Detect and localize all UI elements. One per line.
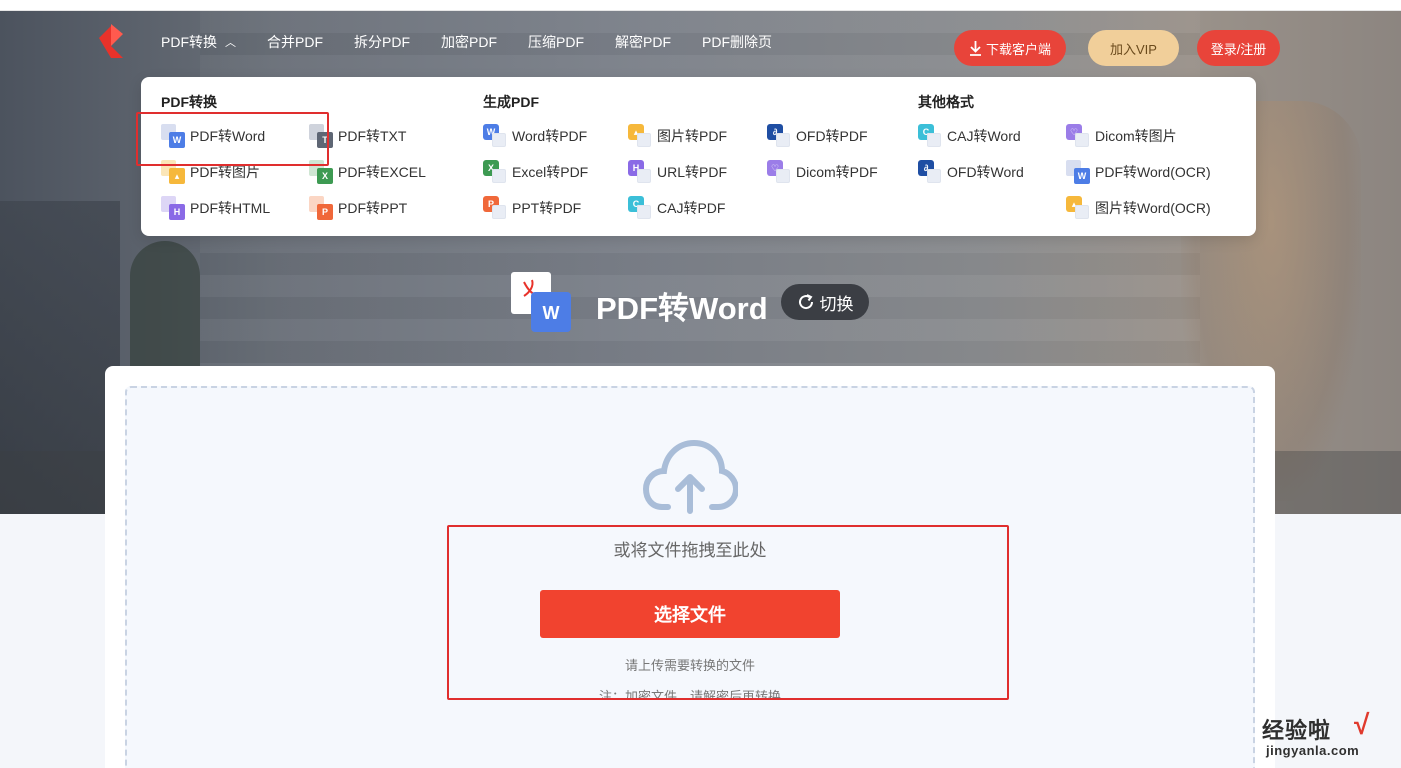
menu-ofd-to-word-label: OFD转Word: [947, 164, 1024, 180]
menu-caj-to-pdf-label: CAJ转PDF: [657, 200, 726, 216]
menu-pdf-to-ppt[interactable]: P PDF转PPT: [309, 196, 407, 220]
menu-ofd-to-pdf-label: OFD转PDF: [796, 128, 868, 144]
word-file-icon: W: [1066, 160, 1090, 184]
nav-pdf-convert[interactable]: PDF转换 ︿: [161, 30, 236, 54]
menu-excel-to-pdf[interactable]: X Excel转PDF: [483, 160, 588, 184]
switch-button[interactable]: 切换: [781, 284, 869, 320]
menu-ppt-to-pdf[interactable]: P PPT转PDF: [483, 196, 581, 220]
menu-dicom-to-image[interactable]: ♡ Dicom转图片: [1066, 124, 1177, 148]
dicom-file-icon: ♡: [1066, 124, 1090, 148]
check-icon: √: [1354, 709, 1370, 740]
menu-dicom-to-pdf-label: Dicom转PDF: [796, 164, 878, 180]
html-file-icon: H: [628, 160, 652, 184]
menu-image-to-word-ocr-label: 图片转Word(OCR): [1095, 200, 1211, 216]
refresh-icon: [798, 294, 813, 310]
download-client-button[interactable]: 下载客户端: [954, 30, 1066, 66]
site-logo-icon[interactable]: [97, 24, 125, 58]
menu-pdf-to-word-ocr[interactable]: W PDF转Word(OCR): [1066, 160, 1211, 184]
login-register-button[interactable]: 登录/注册: [1197, 30, 1280, 66]
menu-image-to-word-ocr[interactable]: ▴ 图片转Word(OCR): [1066, 196, 1211, 220]
menu-image-to-pdf-label: 图片转PDF: [657, 128, 727, 144]
caj-file-icon: C: [628, 196, 652, 220]
watermark-brand: 经验啦: [1262, 718, 1332, 743]
ofd-file-icon: ∂: [918, 160, 942, 184]
menu-url-to-pdf[interactable]: H URL转PDF: [628, 160, 727, 184]
menu-dicom-to-pdf[interactable]: ♡ Dicom转PDF: [767, 160, 878, 184]
menu-ofd-to-word[interactable]: ∂ OFD转Word: [918, 160, 1024, 184]
chevron-up-icon: ︿: [225, 37, 236, 49]
dicom-file-icon: ♡: [767, 160, 791, 184]
svg-text:W: W: [543, 303, 560, 323]
dropdown-heading-to-pdf: 生成PDF: [483, 94, 539, 110]
excel-file-icon: X: [483, 160, 507, 184]
nav-merge-pdf[interactable]: 合并PDF: [267, 30, 323, 54]
menu-dicom-to-image-label: Dicom转图片: [1095, 128, 1177, 144]
highlight-box-upload: [447, 525, 1009, 700]
watermark: 经验啦 √ jingyanla.com: [1262, 709, 1392, 765]
download-icon: [969, 41, 981, 56]
menu-image-to-pdf[interactable]: ▴ 图片转PDF: [628, 124, 727, 148]
menu-pdf-to-word-ocr-label: PDF转Word(OCR): [1095, 164, 1211, 180]
menu-ppt-to-pdf-label: PPT转PDF: [512, 200, 582, 216]
download-client-label: 下载客户端: [985, 41, 1051, 57]
menu-pdf-to-html[interactable]: H PDF转HTML: [161, 196, 270, 220]
nav-decrypt-pdf[interactable]: 解密PDF: [615, 30, 671, 54]
menu-word-to-pdf-label: Word转PDF: [512, 128, 588, 144]
menu-excel-to-pdf-label: Excel转PDF: [512, 164, 589, 180]
dropdown-heading-pdf-convert: PDF转换: [161, 94, 217, 110]
ofd-file-icon: ∂: [767, 124, 791, 148]
dropdown-heading-other: 其他格式: [918, 94, 974, 110]
word-file-icon: W: [483, 124, 507, 148]
menu-ofd-to-pdf[interactable]: ∂ OFD转PDF: [767, 124, 868, 148]
browser-top-strip: [0, 0, 1401, 11]
html-file-icon: H: [161, 196, 185, 220]
menu-word-to-pdf[interactable]: W Word转PDF: [483, 124, 587, 148]
switch-label: 切换: [819, 294, 854, 314]
nav-compress-pdf[interactable]: 压缩PDF: [528, 30, 584, 54]
image-file-icon: ▴: [628, 124, 652, 148]
caj-file-icon: C: [918, 124, 942, 148]
nav-split-pdf[interactable]: 拆分PDF: [354, 30, 410, 54]
watermark-domain: jingyanla.com: [1266, 743, 1360, 758]
highlight-box-pdf-to-word: [136, 112, 329, 166]
pdf-to-word-icon: W: [511, 272, 571, 332]
menu-caj-to-word[interactable]: C CAJ转Word: [918, 124, 1021, 148]
image-file-icon: ▴: [1066, 196, 1090, 220]
nav-pdf-convert-label: PDF转换: [161, 34, 217, 50]
ppt-file-icon: P: [309, 196, 333, 220]
menu-pdf-to-txt-label: PDF转TXT: [338, 128, 407, 144]
join-vip-button[interactable]: 加入VIP: [1088, 30, 1179, 66]
main-nav: PDF转换 ︿ 合并PDF 拆分PDF 加密PDF 压缩PDF 解密PDF PDF…: [161, 30, 803, 54]
page-title: PDF转Word: [596, 291, 768, 326]
menu-pdf-to-excel-label: PDF转EXCEL: [338, 164, 426, 180]
menu-caj-to-word-label: CAJ转Word: [947, 128, 1021, 144]
menu-url-to-pdf-label: URL转PDF: [657, 164, 728, 180]
menu-pdf-to-ppt-label: PDF转PPT: [338, 200, 408, 216]
nav-delete-pages[interactable]: PDF删除页: [702, 30, 772, 54]
ppt-file-icon: P: [483, 196, 507, 220]
cloud-upload-icon: [642, 439, 738, 514]
nav-encrypt-pdf[interactable]: 加密PDF: [441, 30, 497, 54]
menu-caj-to-pdf[interactable]: C CAJ转PDF: [628, 196, 725, 220]
menu-pdf-to-html-label: PDF转HTML: [190, 200, 271, 216]
